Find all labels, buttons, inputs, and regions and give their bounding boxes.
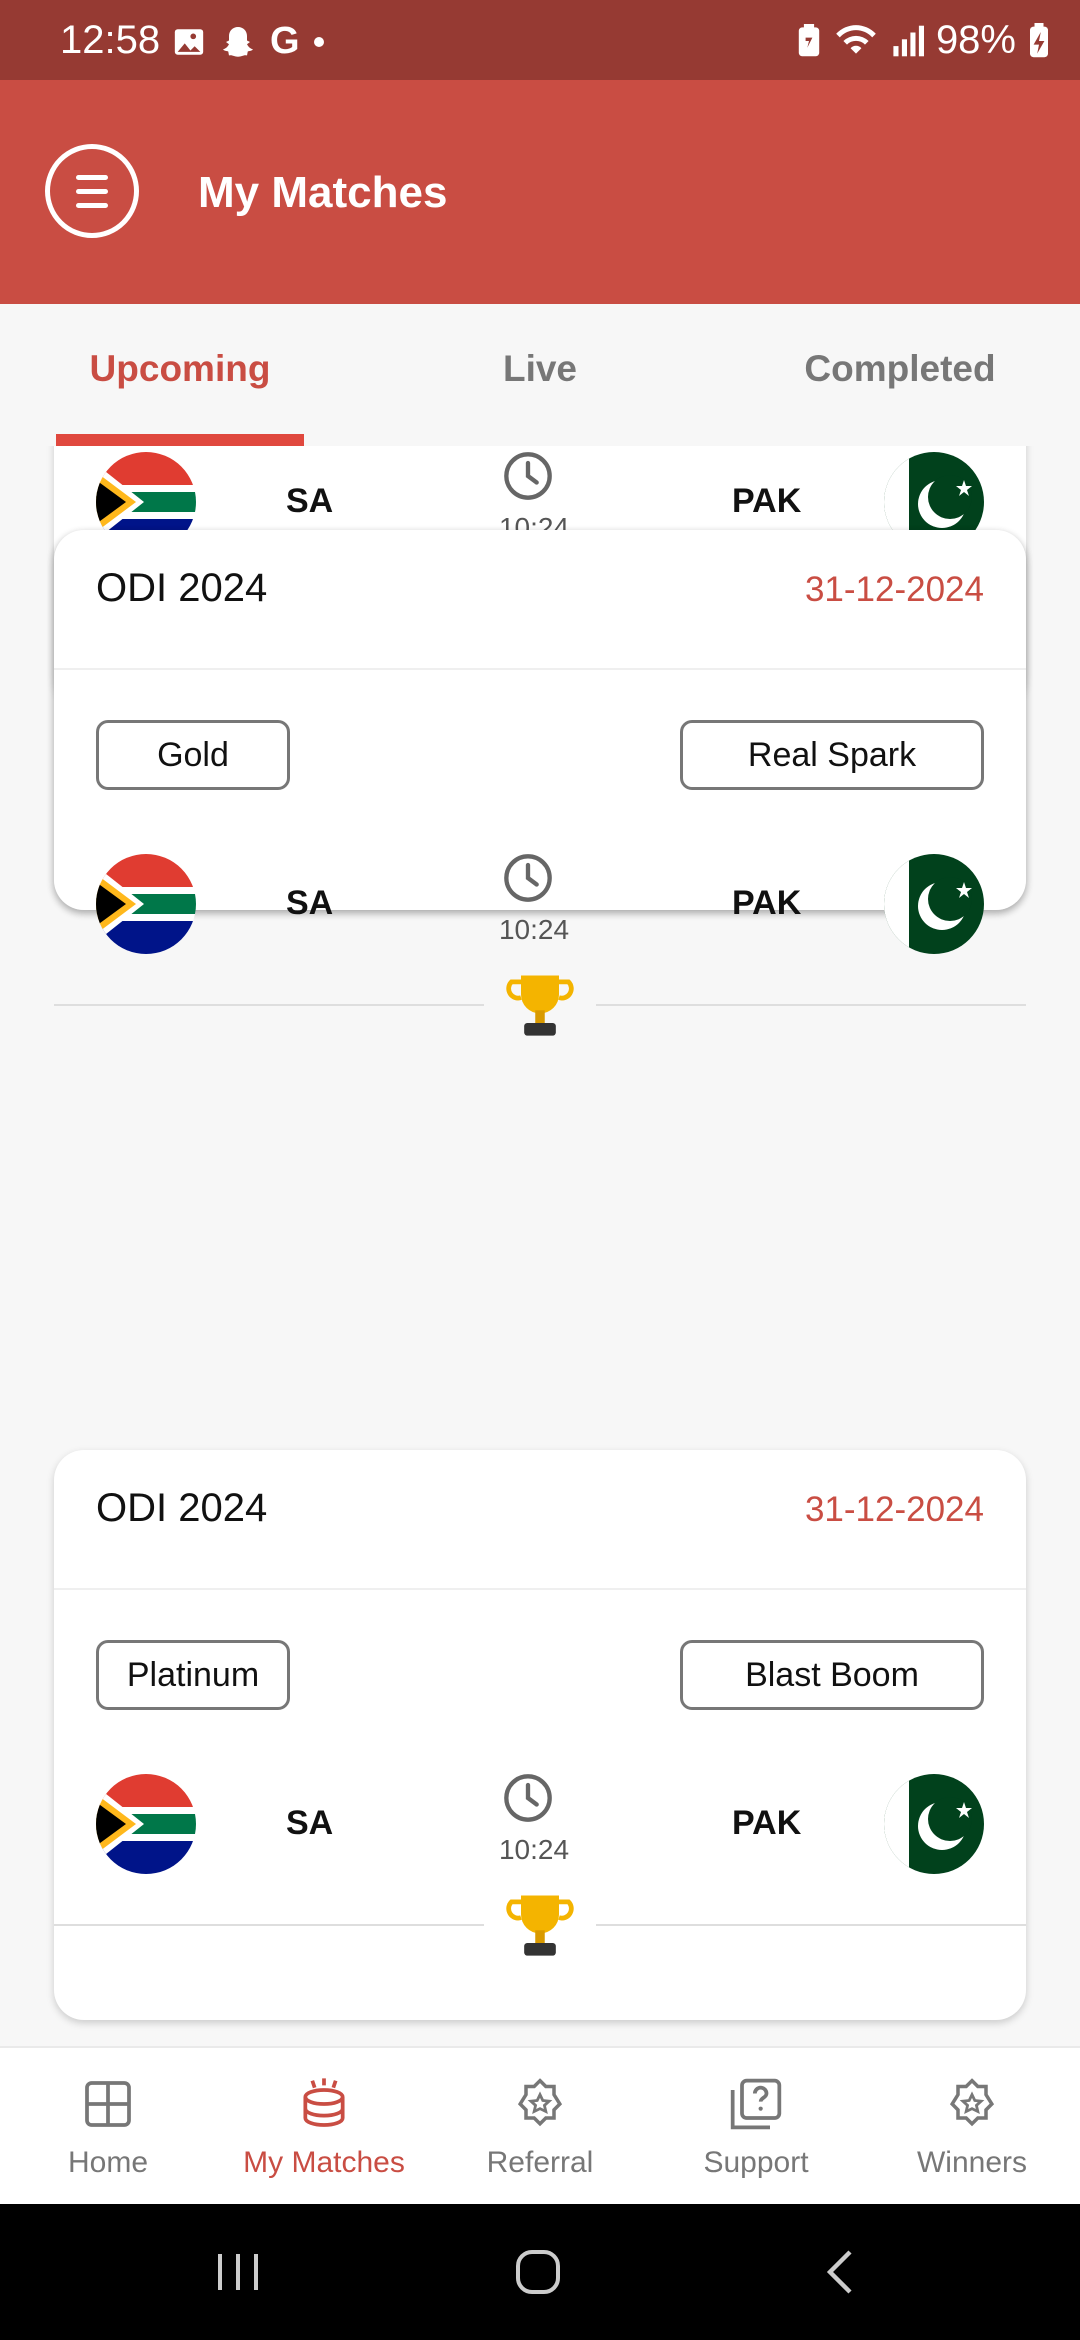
- tab-completed[interactable]: Completed: [750, 348, 1050, 390]
- bottom-nav: Home My Matches Referral Support Winners: [0, 2046, 1080, 2204]
- teams-row: SA 10:24 PAK: [54, 846, 1026, 956]
- nav-referral-label: Referral: [486, 2146, 594, 2179]
- signal-icon: [893, 25, 924, 56]
- divider: [54, 1004, 484, 1006]
- page-title: My Matches: [198, 168, 448, 217]
- contest-tag: Gold: [96, 720, 290, 790]
- matches-list[interactable]: SA 10:24 PAK ODI 2024 31-12-2024 ODI 202…: [0, 446, 1080, 2046]
- home-icon[interactable]: [512, 2248, 564, 2296]
- google-icon: G: [270, 20, 300, 62]
- help-icon: [730, 2078, 782, 2130]
- clock-icon: [504, 452, 552, 500]
- nav-my-matches[interactable]: My Matches: [216, 2048, 432, 2204]
- nav-referral[interactable]: Referral: [432, 2048, 648, 2204]
- match-tabs: Upcoming Live Completed: [0, 304, 1080, 446]
- series-name: ODI 2024: [96, 566, 268, 610]
- nav-winners[interactable]: Winners: [864, 2048, 1080, 2204]
- tab-indicator: [56, 434, 304, 446]
- battery-charging-icon: [1030, 22, 1048, 57]
- snapchat-icon: [223, 26, 253, 57]
- team-right-name: PAK: [732, 1804, 802, 1842]
- system-nav-bar: [0, 2204, 1080, 2340]
- system-icons: 98%: [796, 18, 1050, 63]
- divider: [596, 1924, 1026, 1926]
- grid-icon: [85, 2081, 131, 2127]
- trophy-icon: [506, 975, 574, 1036]
- nav-home-label: Home: [67, 2146, 149, 2179]
- gallery-icon: [174, 28, 204, 55]
- match-card-body[interactable]: ODI 2024 31-12-2024 Gold Real Spark SA 1…: [54, 530, 1026, 1036]
- nav-winners-label: Winners: [916, 2146, 1028, 2179]
- nav-support[interactable]: Support: [648, 2048, 864, 2204]
- nav-home[interactable]: Home: [0, 2048, 216, 2204]
- card-header: ODI 2024 31-12-2024: [54, 530, 1026, 670]
- trophy-icon: [506, 1895, 574, 1956]
- south-africa-flag-icon: [96, 1774, 196, 1874]
- menu-icon: [76, 175, 108, 180]
- divider: [596, 1004, 1026, 1006]
- pakistan-flag-icon: [884, 854, 984, 954]
- team-left-name: SA: [286, 884, 334, 922]
- team-tag: Real Spark: [680, 720, 984, 790]
- match-date: 31-12-2024: [804, 1490, 984, 1529]
- divider: [54, 1924, 484, 1926]
- notification-icons: G: [172, 20, 324, 63]
- menu-icon-line: [76, 189, 108, 194]
- status-bar: 12:58 G 98%: [0, 0, 1080, 80]
- wifi-icon: [836, 24, 876, 54]
- match-time: 10:24: [498, 1834, 570, 1865]
- tab-upcoming[interactable]: Upcoming: [30, 348, 330, 390]
- stadium-icon: [303, 2078, 345, 2127]
- battery-level: 98%: [935, 18, 1016, 62]
- team-tag: Blast Boom: [680, 1640, 984, 1710]
- back-icon[interactable]: [820, 2248, 864, 2296]
- star-badge-icon: [949, 2078, 995, 2127]
- clock-icon: [504, 854, 552, 902]
- more-notifications-icon: [313, 36, 324, 47]
- teams-row: SA 10:24 PAK: [54, 1766, 1026, 1876]
- team-right-name: PAK: [732, 482, 802, 520]
- menu-icon-line: [76, 203, 108, 208]
- series-name: ODI 2024: [96, 1486, 268, 1530]
- battery-saver-icon: [798, 23, 820, 56]
- nav-support-label: Support: [703, 2146, 809, 2179]
- status-time: 12:58: [60, 18, 161, 62]
- team-left-name: SA: [286, 482, 334, 520]
- match-time: 10:24: [498, 914, 570, 945]
- app-bar: My Matches: [0, 80, 1080, 304]
- team-left-name: SA: [286, 1804, 334, 1842]
- menu-button[interactable]: [45, 144, 139, 238]
- contest-tag: Platinum: [96, 1640, 290, 1710]
- star-badge-icon: [517, 2078, 563, 2127]
- card-header: ODI 2024 31-12-2024: [54, 1450, 1026, 1590]
- team-right-name: PAK: [732, 884, 802, 922]
- nav-my-matches-label: My Matches: [243, 2146, 405, 2179]
- tab-live[interactable]: Live: [390, 348, 690, 390]
- south-africa-flag-icon: [96, 854, 196, 954]
- pakistan-flag-icon: [884, 1774, 984, 1874]
- recent-apps-icon[interactable]: [212, 2248, 264, 2296]
- clock-icon: [504, 1774, 552, 1822]
- match-date: 31-12-2024: [804, 570, 984, 609]
- match-card[interactable]: ODI 2024 31-12-2024 Platinum Blast Boom …: [54, 1450, 1026, 2020]
